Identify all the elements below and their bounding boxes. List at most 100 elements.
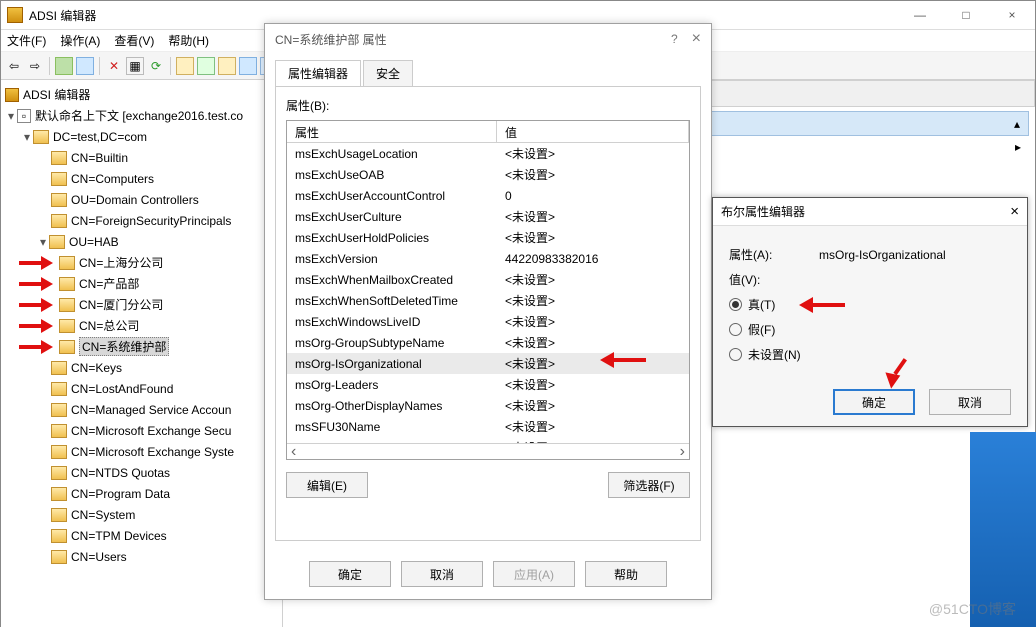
- cancel-button[interactable]: 取消: [401, 561, 483, 587]
- attr-row[interactable]: msExchUserAccountControl0: [287, 185, 689, 206]
- menu-view[interactable]: 查看(V): [114, 32, 154, 49]
- bool-ok-button[interactable]: 确定: [833, 389, 915, 415]
- menu-file[interactable]: 文件(F): [7, 32, 46, 49]
- attr-name: msExchUserCulture: [287, 210, 497, 224]
- tool-icon-4[interactable]: [197, 57, 215, 75]
- attr-value: <未设置>: [497, 208, 689, 225]
- tree-ntds[interactable]: CN=NTDS Quotas: [71, 466, 170, 480]
- radio-false[interactable]: 假(F): [729, 321, 1011, 338]
- attr-row[interactable]: msSFU30NisDomain<未设置>: [287, 437, 689, 443]
- tree-chanpin[interactable]: CN=产品部: [79, 275, 139, 292]
- tree-mesecu[interactable]: CN=Microsoft Exchange Secu: [71, 424, 231, 438]
- twisty-icon[interactable]: ▾: [5, 109, 17, 123]
- col-attr[interactable]: 属性: [287, 121, 497, 142]
- tool-icon-5[interactable]: [218, 57, 236, 75]
- tool-icon-2[interactable]: [76, 57, 94, 75]
- tree-msa[interactable]: CN=Managed Service Accoun: [71, 403, 231, 417]
- tab-security[interactable]: 安全: [363, 60, 413, 86]
- attr-value: <未设置>: [497, 418, 689, 435]
- tree-dc[interactable]: DC=test,DC=com: [53, 130, 147, 144]
- attr-row[interactable]: msOrg-OtherDisplayNames<未设置>: [287, 395, 689, 416]
- tree-mesyst[interactable]: CN=Microsoft Exchange Syste: [71, 445, 234, 459]
- tree-computers[interactable]: CN=Computers: [71, 172, 154, 186]
- arrow-icon: [887, 356, 927, 386]
- attr-row[interactable]: msExchUseOAB<未设置>: [287, 164, 689, 185]
- tree-fsp[interactable]: CN=ForeignSecurityPrincipals: [71, 214, 231, 228]
- attr-row[interactable]: msExchUserHoldPolicies<未设置>: [287, 227, 689, 248]
- minimize-button[interactable]: —: [897, 1, 943, 30]
- tool-icon-3[interactable]: [176, 57, 194, 75]
- close-button[interactable]: ×: [989, 1, 1035, 30]
- tree-shanghai[interactable]: CN=上海分公司: [79, 254, 163, 271]
- help-icon[interactable]: ?: [671, 32, 678, 46]
- tree-hab[interactable]: OU=HAB: [69, 235, 119, 249]
- close-icon[interactable]: ×: [692, 30, 701, 48]
- tree-lostfound[interactable]: CN=LostAndFound: [71, 382, 173, 396]
- bool-cancel-button[interactable]: 取消: [929, 389, 1011, 415]
- attr-row[interactable]: msExchWindowsLiveID<未设置>: [287, 311, 689, 332]
- attr-value: <未设置>: [497, 292, 689, 309]
- tree-tpm[interactable]: CN=TPM Devices: [71, 529, 167, 543]
- scroll-right-icon[interactable]: ›: [680, 443, 685, 460]
- tree-builtin[interactable]: CN=Builtin: [71, 151, 128, 165]
- col-val[interactable]: 值: [497, 121, 689, 142]
- ok-button[interactable]: 确定: [309, 561, 391, 587]
- tree-xiamen[interactable]: CN=厦门分公司: [79, 296, 163, 313]
- folder-icon: [59, 277, 75, 291]
- boolean-editor-dialog: 布尔属性编辑器 × 属性(A): msOrg-IsOrganizational …: [712, 197, 1028, 427]
- radio-icon: [729, 348, 742, 361]
- folder-icon: [51, 403, 67, 417]
- attr-row[interactable]: msExchWhenMailboxCreated<未设置>: [287, 269, 689, 290]
- apply-button[interactable]: 应用(A): [493, 561, 575, 587]
- tree-dc-ou[interactable]: OU=Domain Controllers: [71, 193, 199, 207]
- maximize-button[interactable]: □: [943, 1, 989, 30]
- tree-keys[interactable]: CN=Keys: [71, 361, 122, 375]
- tool-icon-6[interactable]: [239, 57, 257, 75]
- help-button[interactable]: 帮助: [585, 561, 667, 587]
- scroll-left-icon[interactable]: ‹: [291, 443, 296, 460]
- caret-up-icon[interactable]: ▴: [1014, 117, 1020, 131]
- attr-value: <未设置>: [497, 166, 689, 183]
- nav-fwd-icon[interactable]: ⇨: [26, 57, 44, 75]
- tool-icon-1[interactable]: [55, 57, 73, 75]
- folder-icon: [51, 550, 67, 564]
- radio-notset[interactable]: 未设置(N): [729, 346, 1011, 363]
- tree-pane[interactable]: ADSI 编辑器 ▾▫默认命名上下文 [exchange2016.test.co…: [1, 80, 283, 627]
- tree-progdata[interactable]: CN=Program Data: [71, 487, 170, 501]
- attr-row[interactable]: msExchWhenSoftDeletedTime<未设置>: [287, 290, 689, 311]
- attr-list[interactable]: 属性 值 msExchUsageLocation<未设置>msExchUseOA…: [286, 120, 690, 460]
- radio-true[interactable]: 真(T): [729, 296, 1011, 313]
- twisty-icon[interactable]: ▾: [37, 235, 49, 249]
- edit-button[interactable]: 编辑(E): [286, 472, 368, 498]
- nav-back-icon[interactable]: ⇦: [5, 57, 23, 75]
- props-icon[interactable]: ▦: [126, 57, 144, 75]
- attr-row[interactable]: msOrg-Leaders<未设置>: [287, 374, 689, 395]
- refresh-icon[interactable]: ⟳: [147, 57, 165, 75]
- tree-xitongweihu[interactable]: CN=系统维护部: [79, 337, 169, 356]
- folder-icon: [51, 508, 67, 522]
- close-icon[interactable]: ×: [1010, 203, 1019, 220]
- attr-row[interactable]: msExchUsageLocation<未设置>: [287, 143, 689, 164]
- tab-attribute-editor[interactable]: 属性编辑器: [275, 60, 361, 86]
- folder-icon: [59, 340, 75, 354]
- menu-action[interactable]: 操作(A): [60, 32, 100, 49]
- attr-row[interactable]: msExchVersion44220983382016: [287, 248, 689, 269]
- tree-system[interactable]: CN=System: [71, 508, 135, 522]
- tree-root[interactable]: ADSI 编辑器: [23, 86, 90, 103]
- attr-row[interactable]: msOrg-GroupSubtypeName<未设置>: [287, 332, 689, 353]
- attr-value: <未设置>: [497, 229, 689, 246]
- tree-users[interactable]: CN=Users: [71, 550, 127, 564]
- tree-naming[interactable]: 默认命名上下文 [exchange2016.test.co: [35, 107, 243, 124]
- tree-zonggongsi[interactable]: CN=总公司: [79, 317, 139, 334]
- menu-help[interactable]: 帮助(H): [168, 32, 209, 49]
- delete-icon[interactable]: ✕: [105, 57, 123, 75]
- watermark: @51CTO博客: [929, 599, 1016, 619]
- attr-row[interactable]: msSFU30Name<未设置>: [287, 416, 689, 437]
- twisty-icon[interactable]: ▾: [21, 130, 33, 144]
- attr-row[interactable]: msExchUserCulture<未设置>: [287, 206, 689, 227]
- filter-button[interactable]: 筛选器(F): [608, 472, 690, 498]
- context-icon: ▫: [17, 109, 31, 123]
- radio-true-label: 真(T): [748, 296, 775, 313]
- bool-attr-label: 属性(A):: [729, 246, 819, 263]
- arrow-icon: [19, 298, 57, 312]
